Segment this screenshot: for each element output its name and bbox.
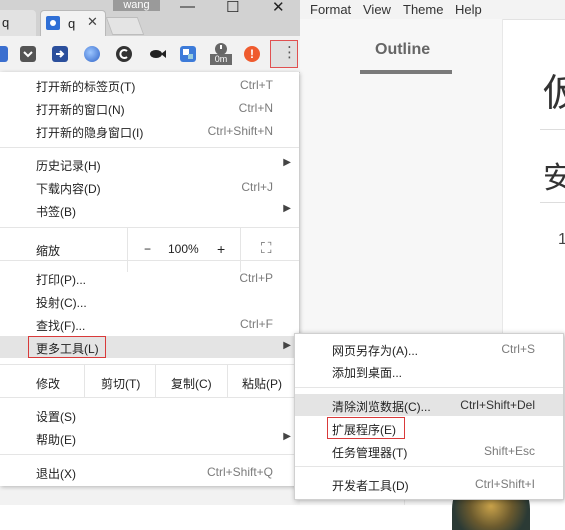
menu-item-incognito[interactable]: 打开新的隐身窗口(I) Ctrl+Shift+N xyxy=(0,120,299,142)
fish-icon[interactable] xyxy=(148,46,166,62)
submenu-arrow-icon: ▶ xyxy=(283,431,291,442)
heading-rule xyxy=(540,129,565,130)
fullscreen-icon: ⛶ xyxy=(261,240,272,257)
edit-label: 修改 xyxy=(36,377,61,391)
copy-button[interactable]: 复制(C) xyxy=(155,365,228,397)
submenu-item-developer-tools[interactable]: 开发者工具(D) Ctrl+Shift+I xyxy=(295,473,563,495)
submenu-item-task-manager[interactable]: 任务管理器(T) Shift+Esc xyxy=(295,440,563,462)
menu-format[interactable]: Format xyxy=(310,2,351,17)
zoom-out-button[interactable]: − xyxy=(127,228,173,272)
minimize-icon[interactable]: — xyxy=(180,0,195,15)
timer-badge: 0m xyxy=(210,54,232,65)
new-tab-button[interactable] xyxy=(105,17,145,35)
outline-tab-indicator xyxy=(360,70,452,74)
paw-favicon-icon xyxy=(46,16,60,30)
menu-item-print[interactable]: 打印(P)... Ctrl+P xyxy=(0,267,299,289)
forward-icon[interactable] xyxy=(52,46,68,62)
close-window-icon[interactable]: ✕ xyxy=(272,0,285,16)
menu-divider xyxy=(0,260,299,261)
menu-item-exit[interactable]: 退出(X) Ctrl+Shift+Q xyxy=(0,461,299,483)
zoom-label: 缩放 xyxy=(36,244,61,258)
more-tools-submenu: 网页另存为(A)... Ctrl+S 添加到桌面... 清除浏览数据(C)...… xyxy=(294,333,564,500)
fullscreen-button[interactable]: ⛶ xyxy=(240,228,300,272)
maximize-icon[interactable]: ☐ xyxy=(226,0,239,16)
alert-icon[interactable]: ! xyxy=(244,46,260,62)
menu-item-bookmarks[interactable]: 书签(B) ▶ xyxy=(0,199,299,221)
submenu-item-save-page[interactable]: 网页另存为(A)... Ctrl+S xyxy=(295,338,563,360)
minus-icon: − xyxy=(144,242,152,256)
menu-divider xyxy=(0,147,299,148)
c-icon[interactable] xyxy=(116,46,132,62)
edit-row: 修改 剪切(T) 复制(C) 粘贴(P) xyxy=(0,365,299,397)
highlight-box xyxy=(327,417,405,439)
heading-rule xyxy=(540,202,565,203)
menu-item-downloads[interactable]: 下载内容(D) Ctrl+J xyxy=(0,176,299,198)
menu-item-history[interactable]: 历史记录(H) ▶ xyxy=(0,153,299,175)
chrome-main-menu: 打开新的标签页(T) Ctrl+T 打开新的窗口(N) Ctrl+N 打开新的隐… xyxy=(0,72,299,486)
menu-item-settings[interactable]: 设置(S) xyxy=(0,404,299,426)
browser-tab-active[interactable]: q ✕ xyxy=(40,10,106,37)
menu-divider xyxy=(0,454,299,455)
menu-help[interactable]: Help xyxy=(455,2,482,17)
puzzle-icon[interactable] xyxy=(180,46,196,62)
menu-icon: ⋮ xyxy=(282,44,297,61)
partial-extension-icon[interactable] xyxy=(0,46,8,62)
tab-title: q xyxy=(2,15,10,30)
menu-divider xyxy=(0,397,299,398)
submenu-arrow-icon: ▶ xyxy=(283,203,291,214)
document-heading-2: 安 xyxy=(543,161,565,196)
zoom-level: 100% xyxy=(168,242,199,256)
submenu-arrow-icon: ▶ xyxy=(283,157,291,168)
menu-item-new-window[interactable]: 打开新的窗口(N) Ctrl+N xyxy=(0,97,299,119)
browser-tab[interactable]: q xyxy=(0,10,36,36)
tab-title: q xyxy=(68,16,76,31)
menu-item-find[interactable]: 查找(F)... Ctrl+F xyxy=(0,313,299,335)
tab-strip: q q ✕ wang — ☐ ✕ xyxy=(0,0,300,37)
editor-menubar: Format View Theme Help xyxy=(300,0,565,20)
menu-divider xyxy=(295,387,563,388)
document-heading-1: 仮 xyxy=(543,71,565,115)
timer-icon[interactable]: 0m xyxy=(210,42,232,66)
paste-button[interactable]: 粘贴(P) xyxy=(227,365,300,397)
pocket-icon[interactable] xyxy=(20,46,36,62)
tab-outline[interactable]: Outline xyxy=(375,41,430,59)
plus-icon: + xyxy=(217,241,226,257)
zoom-in-button[interactable]: + xyxy=(205,228,239,272)
menu-item-cast[interactable]: 投射(C)... xyxy=(0,290,299,312)
profile-badge[interactable]: wang xyxy=(113,0,160,11)
submenu-item-clear-browsing-data[interactable]: 清除浏览数据(C)... Ctrl+Shift+Del xyxy=(295,394,563,416)
submenu-item-add-to-desktop[interactable]: 添加到桌面... xyxy=(295,360,563,382)
menu-item-help[interactable]: 帮助(E) ▶ xyxy=(0,427,299,449)
document-list-number: 1 xyxy=(558,231,565,248)
zoom-row: 缩放 − 100% + ⛶ xyxy=(0,228,299,272)
highlight-box xyxy=(28,336,106,358)
menu-theme[interactable]: Theme xyxy=(403,2,443,17)
globe-icon[interactable] xyxy=(84,46,100,62)
tab-close-icon[interactable]: ✕ xyxy=(87,14,98,30)
menu-view[interactable]: View xyxy=(363,2,391,17)
submenu-arrow-icon: ▶ xyxy=(283,340,291,351)
extensions-toolbar: 0m ! ⋮ xyxy=(0,36,300,73)
menu-item-new-tab[interactable]: 打开新的标签页(T) Ctrl+T xyxy=(0,74,299,96)
chrome-menu-button[interactable]: ⋮ xyxy=(270,40,298,68)
menu-divider xyxy=(295,466,563,467)
cut-button[interactable]: 剪切(T) xyxy=(84,365,155,397)
